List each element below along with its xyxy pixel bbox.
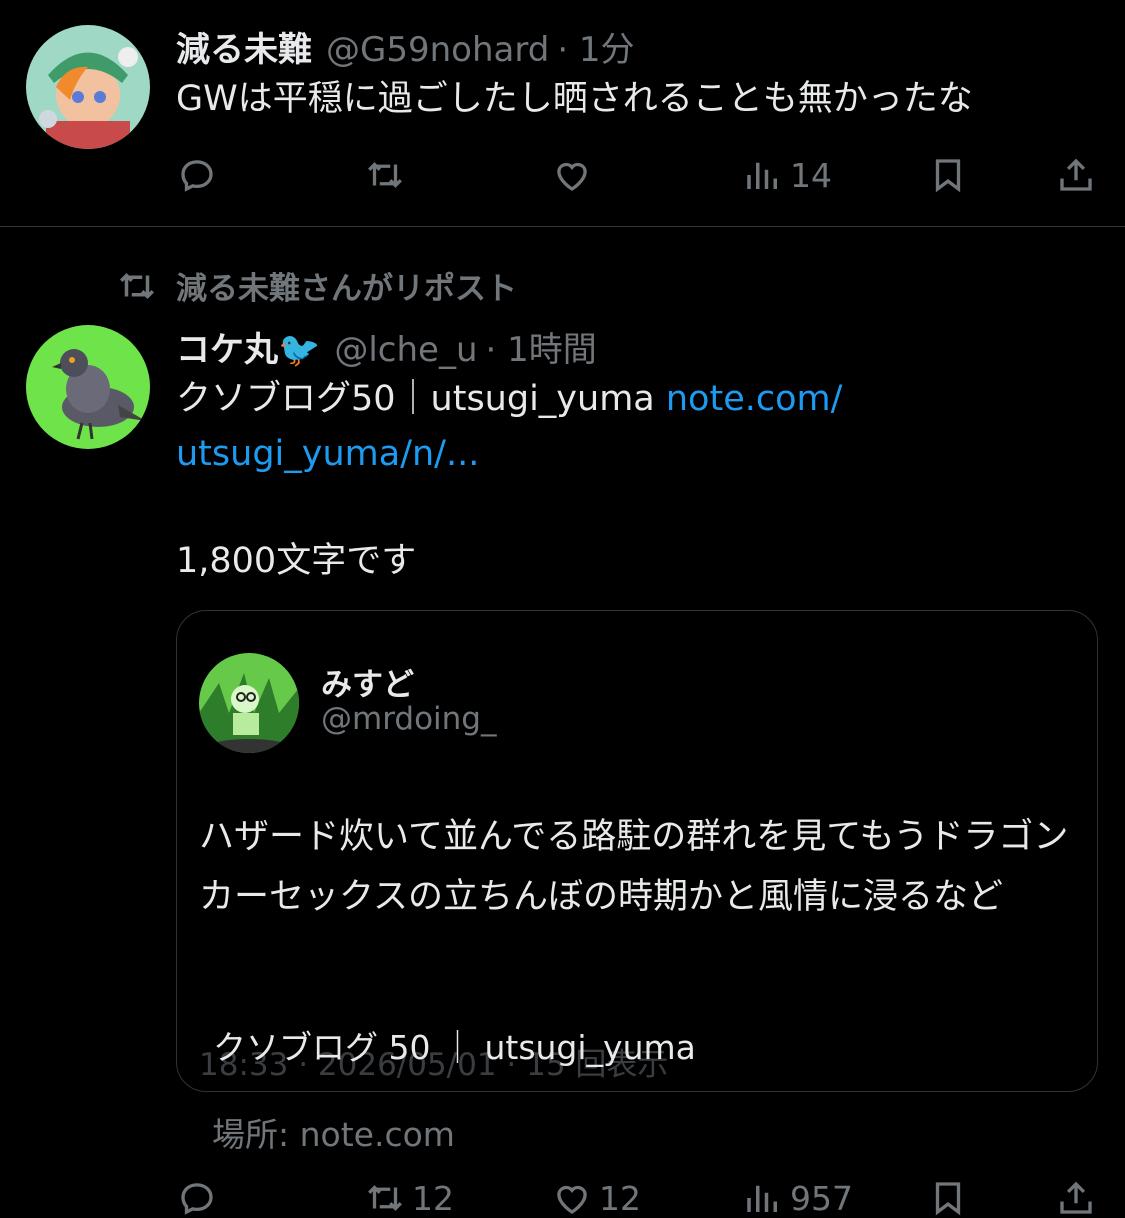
view-count: 957 xyxy=(790,1178,853,1218)
action-bar: 12 12 957 xyxy=(0,1168,1125,1218)
tweet-header: コケ丸🐦 @lche_u · 1時間 xyxy=(176,322,597,371)
tweet-text: クソブログ50｜utsugi_yuma note.com/ utsugi_yum… xyxy=(176,372,1076,482)
retweet-button[interactable]: 12 xyxy=(364,1168,454,1218)
tweet-text-part: クソブログ50｜utsugi_yuma xyxy=(176,379,666,419)
tweet-text-line2: 1,800文字です xyxy=(176,541,417,581)
retweet-icon xyxy=(368,1185,402,1211)
reply-button[interactable] xyxy=(176,1168,218,1218)
retweet-count: 12 xyxy=(412,1178,454,1218)
note-link[interactable]: note.com/ xyxy=(666,379,843,419)
quote-name: みすど xyxy=(321,667,414,703)
reply-icon xyxy=(181,1183,213,1215)
quote-text: ハザード炊いて並んでる路駐の群れを見てもうドラゴンカーセックスの立ちんぼの時期か… xyxy=(199,817,1069,917)
bookmark-icon xyxy=(935,1182,961,1216)
card-title: クソブログ 50 ｜ utsugi_yuma xyxy=(213,1028,696,1067)
handle[interactable]: @lche_u xyxy=(334,330,477,370)
tweet-2[interactable]: コケ丸🐦 @lche_u · 1時間 クソブログ50｜utsugi_yuma not… xyxy=(0,0,1125,1218)
share-icon xyxy=(1060,1181,1092,1214)
share-button[interactable] xyxy=(1055,1168,1097,1218)
quote-avatar xyxy=(199,653,299,753)
timestamp[interactable]: · 1時間 xyxy=(486,330,597,370)
quote-handle: @mrdoing_ xyxy=(321,701,497,737)
avatar[interactable] xyxy=(26,325,150,449)
card-source[interactable]: 場所: note.com xyxy=(212,1108,455,1156)
views-button[interactable]: 957 xyxy=(742,1168,853,1218)
analytics-icon xyxy=(747,1185,777,1212)
note-link-cont[interactable]: utsugi_yuma/n/... xyxy=(176,434,479,474)
display-name[interactable]: コケ丸🐦 xyxy=(176,330,320,370)
heart-icon xyxy=(557,1185,587,1214)
link-card[interactable]: みすど @mrdoing_ ハザード炊いて並んでる路駐の群れを見てもうドラゴンカ… xyxy=(176,610,1098,1092)
bookmark-button[interactable] xyxy=(927,1168,969,1218)
like-count: 12 xyxy=(599,1178,641,1218)
like-button[interactable]: 12 xyxy=(551,1168,641,1218)
